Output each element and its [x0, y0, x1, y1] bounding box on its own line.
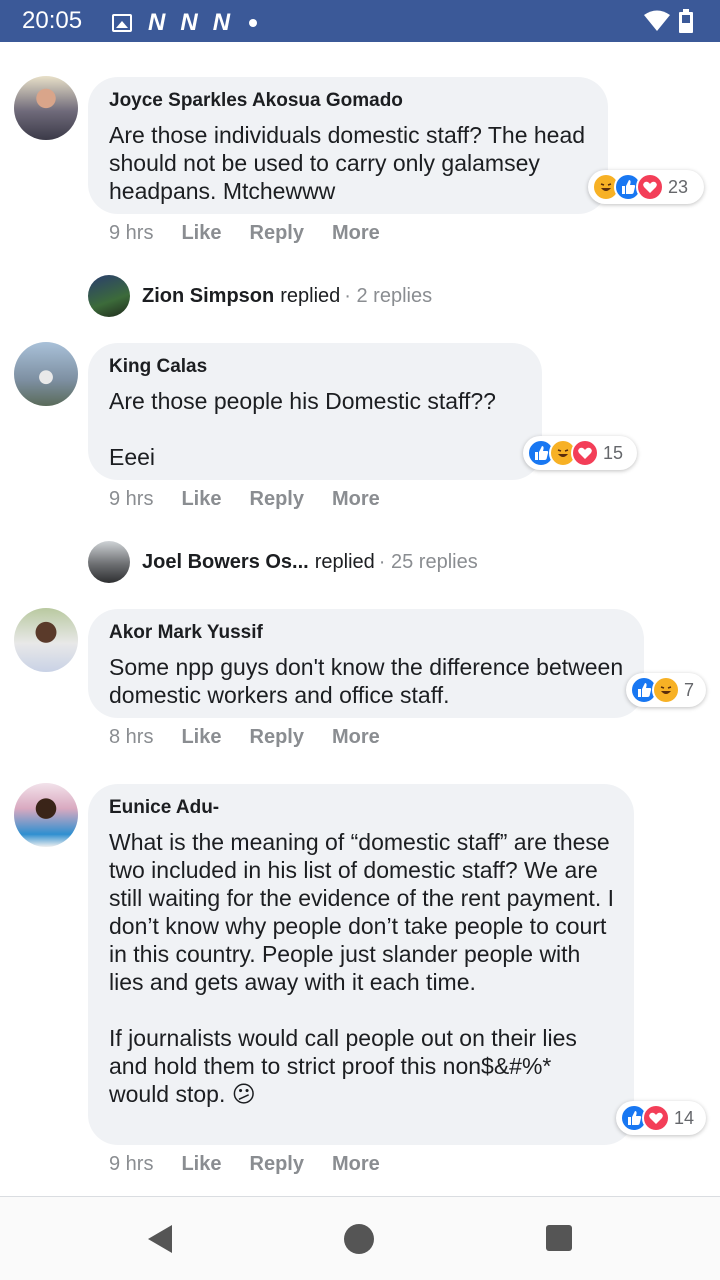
replied-label: replied [314, 550, 375, 573]
image-icon [112, 14, 132, 32]
comment-text: Are those individuals domestic staff? Th… [109, 122, 586, 204]
comment-time[interactable]: 9 hrs [109, 222, 153, 245]
home-icon[interactable] [344, 1224, 374, 1254]
more-button[interactable]: More [332, 222, 380, 245]
n-icon: N [148, 9, 165, 36]
reaction-summary[interactable]: 15 [523, 436, 637, 470]
more-button[interactable]: More [332, 488, 380, 511]
love-reaction-icon [571, 439, 599, 467]
comment-author[interactable]: King Calas [109, 355, 522, 379]
reply-button[interactable]: Reply [250, 1153, 304, 1176]
reply-avatar [88, 541, 130, 583]
replied-label: replied [280, 284, 341, 307]
reply-count: · 2 replies [344, 284, 433, 307]
comment-text: What is the meaning of “domestic staff” … [109, 828, 614, 1109]
reaction-summary[interactable]: 7 [626, 673, 706, 707]
avatar[interactable] [14, 783, 78, 847]
comment-time[interactable]: 9 hrs [109, 488, 153, 511]
comment-bubble: Joyce Sparkles Akosua Gomado Are those i… [88, 77, 608, 214]
comment-actions: 9 hrs Like Reply More [109, 488, 408, 511]
love-reaction-icon [642, 1104, 670, 1132]
comment-actions: 9 hrs Like Reply More [109, 1153, 408, 1176]
battery-icon [679, 9, 693, 33]
more-button[interactable]: More [332, 1153, 380, 1176]
reply-count: · 25 replies [378, 550, 478, 573]
recent-apps-icon[interactable] [546, 1225, 572, 1251]
more-button[interactable]: More [332, 726, 380, 749]
n-icon: N [212, 9, 230, 36]
comment-bubble: King Calas Are those people his Domestic… [88, 343, 542, 480]
view-replies-link[interactable]: Joel Bowers Os... replied · 25 replies [88, 541, 478, 583]
avatar[interactable] [14, 76, 78, 140]
reply-button[interactable]: Reply [250, 222, 304, 245]
reply-button[interactable]: Reply [250, 488, 304, 511]
comment-author[interactable]: Joyce Sparkles Akosua Gomado [109, 89, 588, 113]
love-reaction-icon [636, 173, 664, 201]
navigation-bar [0, 1196, 720, 1280]
n-icon: N [180, 9, 197, 36]
avatar[interactable] [14, 608, 78, 672]
comment-actions: 9 hrs Like Reply More [109, 222, 408, 245]
like-button[interactable]: Like [181, 1153, 221, 1176]
reaction-count: 14 [674, 1107, 695, 1128]
like-button[interactable]: Like [181, 726, 221, 749]
comment-text-content: What is the meaning of “domestic staff” … [109, 829, 614, 1107]
comment-bubble: Eunice Adu- What is the meaning of “dome… [88, 784, 634, 1145]
comment-author[interactable]: Akor Mark Yussif [109, 621, 624, 645]
comment-actions: 8 hrs Like Reply More [109, 726, 408, 749]
like-button[interactable]: Like [181, 222, 221, 245]
reply-author: Joel Bowers Os... [142, 550, 309, 573]
view-replies-link[interactable]: Zion Simpson replied · 2 replies [88, 275, 432, 317]
reply-button[interactable]: Reply [250, 726, 304, 749]
dot-icon [249, 19, 258, 27]
comment-bubble: Akor Mark Yussif Some npp guys don't kno… [88, 609, 644, 718]
comment-text: Some npp guys don't know the difference … [109, 654, 624, 708]
reaction-count: 7 [684, 679, 695, 700]
back-icon[interactable] [146, 1223, 174, 1255]
reply-avatar [88, 275, 130, 317]
status-bar: 20:05 N N N [0, 0, 720, 42]
reaction-count: 23 [668, 176, 689, 197]
comment-text: Are those people his Domestic staff?? Ee… [109, 388, 496, 470]
avatar[interactable] [14, 342, 78, 406]
reply-author: Zion Simpson [142, 284, 275, 307]
confused-emoji-icon: 😕 [231, 1082, 256, 1108]
haha-reaction-icon [652, 676, 680, 704]
comment-author[interactable]: Eunice Adu- [109, 796, 614, 820]
comment-time[interactable]: 8 hrs [109, 726, 153, 749]
reaction-count: 15 [603, 442, 624, 463]
like-button[interactable]: Like [181, 488, 221, 511]
wifi-icon [644, 10, 670, 31]
comment-time[interactable]: 9 hrs [109, 1153, 153, 1176]
status-time: 20:05 [22, 7, 83, 34]
reaction-summary[interactable]: 14 [616, 1101, 706, 1135]
notification-icons: N N N [112, 9, 258, 37]
reaction-summary[interactable]: 23 [588, 170, 704, 204]
